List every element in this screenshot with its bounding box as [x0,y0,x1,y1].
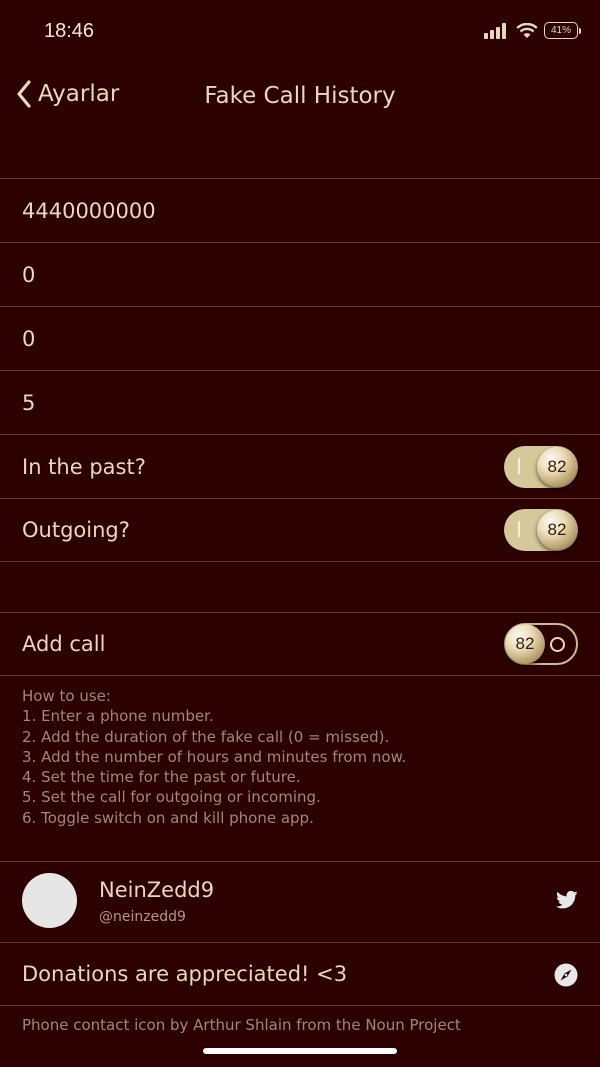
how-to-step: 1. Enter a phone number. [22,707,214,726]
page-title: Fake Call History [204,83,396,109]
hours-value: 0 [22,326,36,351]
toggle-knob: 82 [537,446,577,487]
profile-name: NeinZedd9 [99,878,215,902]
in-the-past-row: In the past? 82 [0,434,600,498]
icon-credit: Phone contact icon by Arthur Shlain from… [22,1016,461,1034]
minutes-value: 5 [22,390,36,415]
status-time: 18:46 [44,20,95,42]
phone-number-value: 4440000000 [22,198,156,223]
add-call-label: Add call [22,632,106,656]
outgoing-row: Outgoing? 82 [0,498,600,562]
battery-indicator: 41% [544,22,581,39]
how-to-step: 3. Add the number of hours and minutes f… [22,747,407,766]
toggle-on-mark [518,457,520,474]
add-call-toggle[interactable]: 82 [504,623,578,665]
developer-profile-row[interactable]: NeinZedd9 @neinzedd9 [0,861,600,942]
wifi-icon [516,22,538,38]
how-to-step: 2. Add the duration of the fake call (0 … [22,727,390,746]
avatar [22,873,77,928]
how-to-heading: How to use: [22,687,111,705]
signal-icon [484,22,506,39]
profile-handle: @neinzedd9 [99,909,186,925]
toggle-knob: 82 [537,510,577,550]
donations-row[interactable]: Donations are appreciated! <3 [0,942,600,1006]
nav-bar: Ayarlar Fake Call History [0,70,600,126]
compass-icon[interactable] [554,963,578,987]
toggle-knob: 82 [505,624,545,664]
donations-label: Donations are appreciated! <3 [22,962,348,986]
duration-field[interactable]: 0 [0,242,600,306]
outgoing-label: Outgoing? [22,518,130,542]
outgoing-toggle[interactable]: 82 [504,509,578,551]
add-call-row: Add call 82 [0,612,600,676]
status-bar: 18:46 41% [0,0,600,64]
twitter-icon[interactable] [556,890,578,910]
how-to-step: 6. Toggle switch on and kill phone app. [22,808,314,827]
how-to-step: 5. Set the call for outgoing or incoming… [22,788,321,807]
home-indicator[interactable] [203,1048,397,1054]
toggle-on-mark [518,521,520,537]
phone-number-field[interactable]: 4440000000 [0,178,600,242]
duration-value: 0 [22,262,36,287]
in-the-past-label: In the past? [22,454,146,479]
how-to-use: How to use: 1. Enter a phone number. 2. … [22,686,582,828]
status-icons: 41% [484,22,581,39]
hours-field[interactable]: 0 [0,306,600,370]
how-to-step: 4. Set the time for the past or future. [22,768,301,787]
minutes-field[interactable]: 5 [0,370,600,434]
toggle-off-mark [550,637,565,652]
in-the-past-toggle[interactable]: 82 [504,445,578,488]
